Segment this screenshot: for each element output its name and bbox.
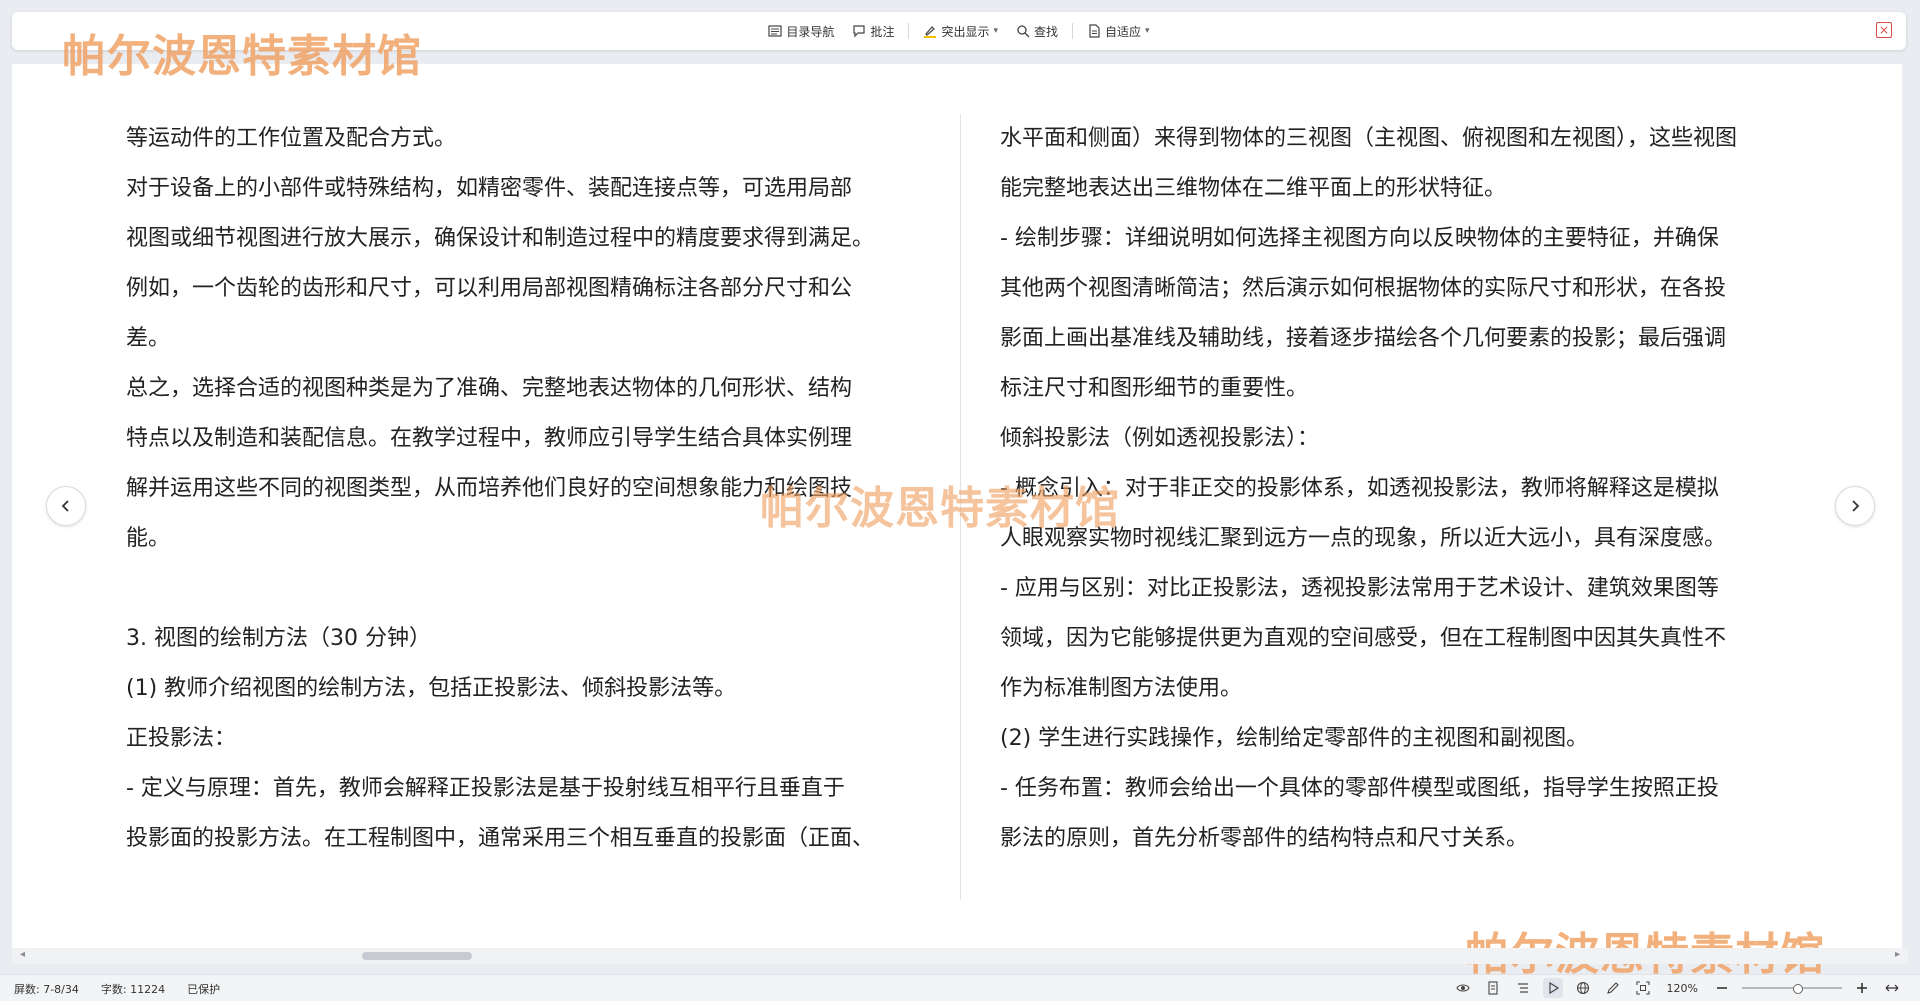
pen-icon (1606, 982, 1619, 994)
paragraph-line: 其他两个视图清晰简洁；然后演示如何根据物体的实际尺寸和形状，在各投 (1000, 276, 1727, 301)
status-bar: 屏数: 7-8/34 字数: 11224 已保护 120% (0, 974, 1920, 1001)
next-page-button[interactable] (1835, 486, 1875, 526)
find-label: 查找 (1034, 24, 1059, 39)
view-controls: 120% (1453, 978, 1902, 998)
paragraph-line: 对于设备上的小部件或特殊结构，如精密零件、装配连接点等，可选用局部 (126, 176, 853, 201)
eye-icon (1455, 984, 1470, 992)
page-fit-icon (1089, 24, 1100, 38)
scrollbar-thumb[interactable] (362, 952, 472, 960)
paragraph-line: 正投影法： (126, 726, 237, 751)
status-info: 屏数: 7-8/34 字数: 11224 已保护 (14, 981, 220, 997)
toolbar-divider (908, 23, 910, 39)
page-view-icon (1487, 981, 1498, 995)
paragraph-line: 特点以及制造和装配信息。在教学过程中，教师应引导学生结合具体实例理 (126, 426, 853, 451)
paragraph-line: 差。 (126, 326, 171, 351)
chevron-left-icon (61, 500, 69, 512)
zoom-in-button[interactable] (1852, 978, 1872, 998)
section-heading: 3. 视图的绘制方法（30 分钟） (126, 626, 431, 651)
globe-icon (1576, 981, 1589, 995)
catalog-nav-label: 目录导航 (786, 24, 835, 39)
paragraph-line: 标注尺寸和图形细节的重要性。 (1000, 376, 1309, 401)
outline-icon (1517, 983, 1528, 993)
eye-protection-button[interactable] (1453, 978, 1473, 998)
previous-page-button[interactable] (46, 486, 86, 526)
fit-width-button[interactable] (1882, 978, 1902, 998)
paragraph-line: - 定义与原理：首先，教师会解释正投影法是基于投射线互相平行且垂直于 (126, 776, 845, 801)
paragraph-line: - 概念引入：对于非正交的投影体系，如透视投影法，教师将解释这是模拟 (1000, 476, 1719, 501)
zoom-slider[interactable] (1742, 981, 1842, 995)
paragraph-line: 倾斜投影法（例如透视投影法）： (1000, 426, 1320, 451)
fit-screen-icon (1635, 981, 1650, 995)
fit-mode-button[interactable]: 自适应 ▾ (1081, 19, 1156, 44)
paragraph-line: 能完整地表达出三维物体在二维平面上的形状特征。 (1000, 176, 1507, 201)
watermark: 帕尔波恩特素材馆 (760, 483, 1120, 534)
comment-icon (853, 25, 866, 38)
close-icon: × (1878, 23, 1890, 37)
catalog-nav-button[interactable]: 目录导航 (762, 19, 840, 44)
scroll-left-arrow-icon[interactable]: ◂ (20, 949, 25, 960)
right-column: 水平面和侧面）来得到物体的三视图（主视图、俯视图和左视图），这些视图 能完整地表… (1000, 114, 1800, 864)
paragraph-line: 影面上画出基准线及辅助线，接着逐步描绘各个几何要素的投影；最后强调 (1000, 326, 1727, 351)
scroll-right-arrow-icon[interactable]: ▸ (1895, 949, 1900, 960)
highlight-label: 突出显示 (941, 24, 990, 39)
comments-button[interactable]: 批注 (846, 19, 900, 44)
fit-mode-label: 自适应 (1105, 24, 1142, 39)
paragraph-line: - 任务布置：教师会给出一个具体的零部件模型或图纸，指导学生按照正投 (1000, 776, 1719, 801)
watermark: 帕尔波恩特素材馆 (62, 31, 422, 82)
minus-icon (1717, 987, 1727, 989)
paragraph-line: 总之，选择合适的视图种类是为了准确、完整地表达物体的几何形状、结构 (126, 376, 853, 401)
paragraph-line: (2) 学生进行实践操作，绘制给定零部件的主视图和副视图。 (1000, 726, 1589, 751)
reading-mode-button[interactable] (1542, 978, 1563, 998)
chevron-right-icon (1852, 500, 1860, 512)
paragraph-line: 人眼观察实物时视线汇聚到远方一点的现象，所以近大远小，具有深度感。 (1000, 526, 1727, 551)
protected-status: 已保护 (187, 983, 221, 996)
play-icon (1548, 981, 1559, 995)
paragraph-line: 水平面和侧面）来得到物体的三视图（主视图、俯视图和左视图），这些视图 (1000, 126, 1738, 151)
paragraph-line: 作为标准制图方法使用。 (1000, 676, 1243, 701)
paragraph-line: (1) 教师介绍视图的绘制方法，包括正投影法、倾斜投影法等。 (126, 676, 737, 701)
edit-button[interactable] (1603, 978, 1623, 998)
highlighter-icon (924, 26, 937, 38)
page-view-button[interactable] (1483, 978, 1503, 998)
search-icon (1017, 25, 1030, 38)
paragraph-line: 领域，因为它能够提供更为直观的空间感受，但在工程制图中因其失真性不 (1000, 626, 1727, 651)
zoom-slider-track (1742, 987, 1842, 989)
page-count[interactable]: 屏数: 7-8/34 (14, 981, 79, 997)
highlight-button[interactable]: 突出显示 ▾ (917, 19, 1004, 44)
paragraph-line: 例如，一个齿轮的齿形和尺寸，可以利用局部视图精确标注各部分尺寸和公 (126, 276, 853, 301)
paragraph-line: 投影面的投影方法。在工程制图中，通常采用三个相互垂直的投影面（正面、 (126, 826, 875, 851)
paragraph-line: 等运动件的工作位置及配合方式。 (126, 126, 457, 151)
zoom-level[interactable]: 120% (1663, 982, 1702, 995)
comments-label: 批注 (870, 24, 895, 39)
paragraph-line: 影法的原则，首先分析零部件的结构特点和尺寸关系。 (1000, 826, 1529, 851)
catalog-icon (768, 25, 783, 37)
toolbar-divider (1072, 23, 1074, 39)
outline-view-button[interactable] (1513, 978, 1533, 998)
close-reading-mode-button[interactable]: × (1876, 22, 1892, 38)
chevron-down-icon: ▾ (1145, 26, 1150, 36)
zoom-out-button[interactable] (1712, 978, 1732, 998)
web-view-button[interactable] (1573, 978, 1593, 998)
horizontal-scrollbar[interactable]: ◂ ▸ (12, 948, 1908, 964)
expand-icon (1885, 984, 1899, 992)
paragraph-line: - 应用与区别：对比正投影法，透视投影法常用于艺术设计、建筑效果图等 (1000, 576, 1719, 601)
paragraph-line: 视图或细节视图进行放大展示，确保设计和制造过程中的精度要求得到满足。 (126, 226, 875, 251)
paragraph-line: - 绘制步骤：详细说明如何选择主视图方向以反映物体的主要特征，并确保 (1000, 226, 1719, 251)
zoom-slider-knob[interactable] (1793, 984, 1803, 994)
fullscreen-button[interactable] (1633, 978, 1653, 998)
word-count[interactable]: 字数: 11224 (101, 981, 165, 997)
plus-icon (1857, 983, 1867, 993)
find-button[interactable]: 查找 (1010, 19, 1064, 44)
chevron-down-icon: ▾ (993, 26, 998, 36)
